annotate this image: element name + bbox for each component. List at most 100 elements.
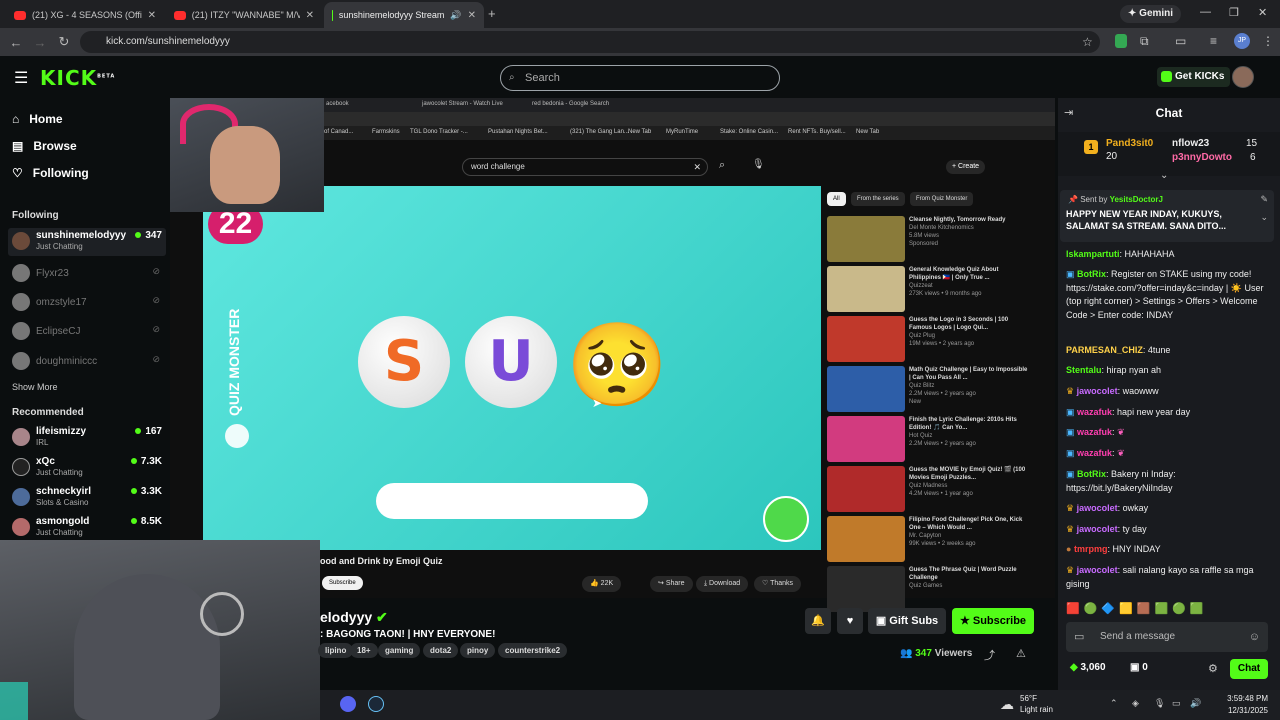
points-balance[interactable]: ▣ 0 (1130, 662, 1148, 673)
stream-tag[interactable]: gaming (378, 643, 421, 658)
stream-tag[interactable]: pinoy (460, 643, 496, 658)
sidebar-item-following[interactable]: ♡ Following (12, 166, 89, 180)
tray-app-icon[interactable]: ◈ (1132, 698, 1139, 709)
video-thumbnail (827, 516, 905, 562)
following-channel[interactable]: sunshinemelodyyy Just Chatting 347 (8, 228, 166, 256)
close-tab-icon[interactable]: ✕ (148, 10, 156, 21)
unpin-icon[interactable]: ✎ (1260, 194, 1268, 205)
gemini-button[interactable]: ✦ Gemini (1120, 5, 1182, 23)
menu-kebab-icon[interactable]: ⋮ (1262, 34, 1274, 48)
chat-username[interactable]: Stentalu (1066, 365, 1102, 375)
emote-icon[interactable]: 🟢 (1084, 602, 1098, 618)
stream-tag[interactable]: counterstrike2 (498, 643, 568, 658)
network-icon[interactable]: ▭ (1172, 698, 1181, 709)
tray-chevron-icon[interactable]: ⌃ (1110, 698, 1118, 709)
windows-taskbar: ☁ 56°F Light rain ⌃ ◈ 🎙 ▭ 🔊 3:59:48 PM 12/… (320, 690, 1280, 720)
chat-username[interactable]: PARMESAN_CHIZ (1066, 345, 1143, 355)
show-more-link[interactable]: Show More (12, 382, 58, 392)
recommended-channel[interactable]: asmongold Just Chatting 8.5K (8, 514, 166, 542)
following-channel[interactable]: omzstyle17 ⊘ (8, 289, 166, 317)
get-kicks-button[interactable]: Get KICKs (1157, 67, 1231, 87)
steam-icon[interactable] (368, 696, 384, 712)
chat-send-button[interactable]: Chat (1230, 659, 1268, 679)
stream-tag[interactable]: dota2 (423, 643, 459, 658)
streamer-name[interactable]: elodyyy ✔ (320, 609, 388, 626)
emote-icon[interactable]: 🔷 (1101, 602, 1115, 618)
expand-leaderboard-icon[interactable]: ⌄ (1160, 170, 1168, 181)
chat-username[interactable]: tmrpmg (1074, 544, 1108, 554)
new-tab-button[interactable]: + (488, 6, 496, 21)
user-avatar[interactable] (1232, 66, 1254, 88)
cast-icon[interactable]: ▭ (1175, 34, 1186, 48)
chat-username[interactable]: jawocolet (1077, 565, 1118, 575)
system-clock[interactable]: 3:59:48 PM 12/31/2025 (1227, 693, 1268, 717)
share-icon[interactable]: ⤴ (984, 647, 995, 663)
kicks-balance[interactable]: ◆ 3,060 (1070, 662, 1106, 673)
browser-tab-2[interactable]: (21) ITZY "WANNABE" M/V @IT ✕ (166, 2, 322, 28)
browser-tab-1[interactable]: (21) XG - 4 SEASONS (Official M ✕ (6, 2, 164, 28)
stream-tag[interactable]: lipino (318, 643, 354, 658)
hamburger-menu-icon[interactable]: ☰ (14, 68, 28, 88)
maximize-icon[interactable]: ❐ (1229, 6, 1239, 19)
chat-username[interactable]: jawocolet (1077, 524, 1118, 534)
kick-logo[interactable]: KICKBETA (40, 66, 115, 90)
extension-shield-icon[interactable] (1115, 34, 1127, 48)
close-window-icon[interactable]: ✕ (1258, 6, 1267, 19)
forward-icon[interactable]: → (28, 35, 52, 50)
recommended-channel[interactable]: schneckyirl Slots & Casino 3.3K (8, 484, 166, 512)
stream-tab-label: red bedonia - Google Search (532, 101, 610, 107)
stream-tag[interactable]: 18+ (350, 643, 378, 658)
youtube-create-button: + Create (946, 160, 986, 174)
gift-subs-button[interactable]: ▣ Gift Subs (868, 608, 946, 634)
emote-icon[interactable]: 🟨 (1119, 602, 1133, 618)
following-channel[interactable]: Flyxr23 ⊘ (8, 260, 166, 288)
url-field[interactable]: kick.com/sunshinemelodyyy (80, 31, 1100, 53)
profile-avatar[interactable]: JP (1234, 33, 1250, 49)
recommended-channel[interactable]: lifeismizzy IRL 167 (8, 424, 166, 452)
chat-username[interactable]: jawocolet (1077, 386, 1118, 396)
reload-icon[interactable]: ↻ (52, 34, 76, 50)
bookmark-star-icon[interactable]: ☆ (1082, 35, 1093, 49)
chat-username[interactable]: jawocolet (1077, 503, 1118, 513)
browser-tab-3[interactable]: sunshinemelodyyy Stream 🔊 ✕ (324, 2, 484, 28)
recommended-channel[interactable]: xQc Just Chatting 7.3K (8, 454, 166, 482)
sidebar-item-home[interactable]: ⌂ Home (12, 112, 63, 126)
emote-icon[interactable]: 🟥 (1066, 602, 1080, 618)
subscribe-button[interactable]: ★ Subscribe (952, 608, 1034, 634)
following-channel[interactable]: doughminiccc ⊘ (8, 348, 166, 376)
chat-username[interactable]: wazafuk (1077, 448, 1112, 458)
minimize-icon[interactable]: — (1200, 6, 1211, 18)
close-tab-icon[interactable]: ✕ (468, 10, 476, 21)
chat-username[interactable]: wazafuk (1077, 427, 1112, 437)
chat-identity-icon[interactable]: ▭ (1074, 622, 1084, 652)
close-tab-icon[interactable]: ✕ (306, 10, 314, 21)
chat-username[interactable]: BotRix (1077, 269, 1106, 279)
following-channel[interactable]: EclipseCJ ⊘ (8, 318, 166, 346)
chat-username[interactable]: wazafuk (1077, 407, 1112, 417)
emoji-picker-icon[interactable]: ☺ (1249, 622, 1260, 652)
extensions-icon[interactable]: ⧉ (1140, 34, 1149, 49)
weather-widget[interactable]: 56°F Light rain (1020, 693, 1053, 715)
emote-icon[interactable]: 🟩 (1190, 602, 1204, 618)
report-warning-icon[interactable]: ⚠ (1016, 647, 1026, 660)
chat-settings-gear-icon[interactable]: ⚙ (1208, 662, 1218, 675)
channel-name: lifeismizzy (36, 426, 87, 437)
chat-username[interactable]: BotRix (1077, 469, 1106, 479)
search-input[interactable]: ⌕ Search (500, 65, 780, 91)
follow-heart-button[interactable]: ♥ (837, 608, 863, 634)
emote-icon[interactable]: 🟢 (1172, 602, 1186, 618)
sidebar-item-browse[interactable]: ▤ Browse (12, 139, 77, 153)
volume-icon[interactable]: 🔊 (1190, 698, 1201, 709)
notification-bell-button[interactable]: 🔔 (805, 608, 831, 634)
discord-icon[interactable] (340, 696, 356, 712)
emote-icon[interactable]: 🟩 (1155, 602, 1169, 618)
reading-list-icon[interactable]: ≡ (1210, 34, 1217, 48)
speaker-icon[interactable]: 🔊 (450, 10, 461, 21)
microphone-tray-icon[interactable]: 🎙 (1154, 698, 1165, 709)
pinned-message[interactable]: 📌 Sent by YesitsDoctorJ HAPPY NEW YEAR I… (1060, 190, 1274, 242)
chat-username[interactable]: lskampartuti (1066, 249, 1120, 259)
emote-icon[interactable]: 🟫 (1137, 602, 1151, 618)
chevron-down-icon[interactable]: ⌄ (1260, 212, 1268, 223)
chat-message-input[interactable]: ▭ Send a message ☺ (1066, 622, 1268, 652)
back-icon[interactable]: ← (4, 35, 28, 50)
